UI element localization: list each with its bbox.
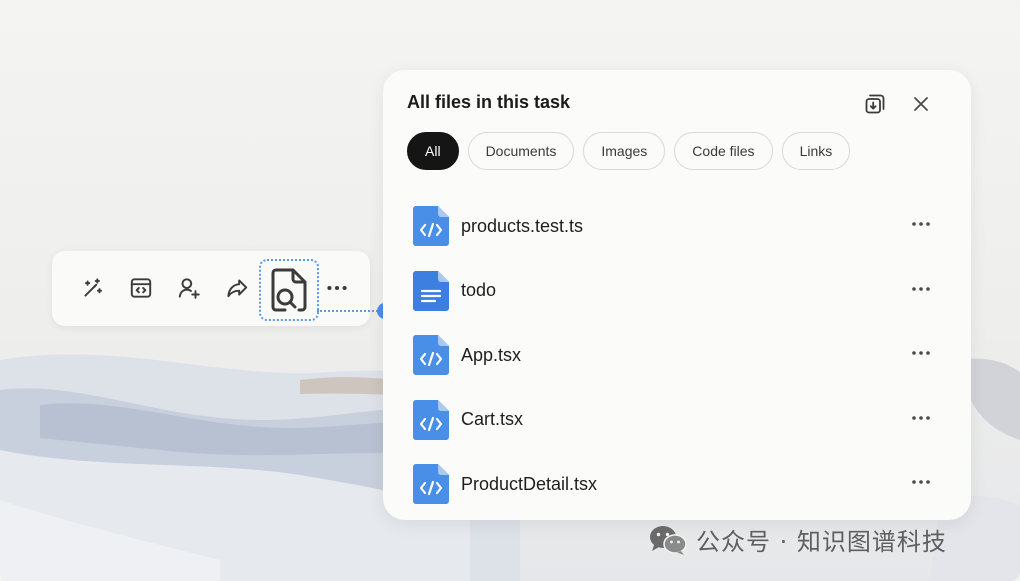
filter-chip-documents[interactable]: Documents — [467, 132, 575, 170]
file-list: products.test.ts todo App.tsx Cart.tsx P… — [413, 194, 943, 517]
connector-line — [317, 310, 381, 312]
file-name: todo — [461, 280, 497, 301]
file-search-icon — [271, 268, 307, 312]
close-button[interactable] — [907, 90, 935, 118]
file-search-button[interactable] — [259, 259, 319, 321]
panel-title: All files in this task — [407, 92, 571, 112]
share-button[interactable] — [222, 273, 252, 303]
more-horizontal-icon — [912, 286, 930, 291]
more-options-button[interactable] — [322, 273, 352, 303]
file-name: ProductDetail.tsx — [461, 473, 598, 494]
code-window-icon — [130, 278, 152, 298]
watermark-text: 公众号 · 知识图谱科技 — [696, 528, 947, 556]
filter-chip-links[interactable]: Links — [781, 132, 851, 170]
file-name: Cart.tsx — [461, 409, 524, 430]
watermark: 公众号 · 知识图谱科技 — [648, 522, 947, 557]
code-file-icon — [413, 206, 449, 247]
file-row[interactable]: todo — [413, 259, 943, 324]
code-window-button[interactable] — [126, 273, 156, 303]
more-horizontal-icon — [912, 222, 930, 226]
more-horizontal-icon — [912, 351, 930, 355]
code-file-icon — [413, 399, 449, 440]
code-file-icon — [413, 464, 449, 505]
more-horizontal-icon — [327, 285, 347, 291]
file-more-button[interactable] — [909, 281, 933, 297]
more-horizontal-icon — [912, 480, 930, 484]
document-file-icon — [413, 270, 449, 311]
file-row[interactable]: Cart.tsx — [413, 388, 943, 453]
files-panel: All files in this task All Documents Ima… — [383, 70, 971, 520]
file-more-button[interactable] — [909, 345, 933, 361]
file-more-button[interactable] — [909, 474, 933, 490]
filter-chip-images[interactable]: Images — [583, 132, 666, 170]
magic-wand-button[interactable] — [78, 273, 108, 303]
add-user-icon — [178, 278, 200, 299]
file-row[interactable]: products.test.ts — [413, 194, 943, 259]
download-all-button[interactable] — [861, 90, 889, 118]
file-row[interactable]: App.tsx — [413, 323, 943, 388]
wechat-icon — [650, 525, 687, 555]
file-more-button[interactable] — [909, 410, 933, 426]
magic-wand-icon — [84, 278, 103, 297]
file-more-button[interactable] — [909, 216, 933, 232]
filter-chip-all[interactable]: All — [407, 132, 459, 170]
share-icon — [227, 279, 248, 298]
filter-chip-code-files[interactable]: Code files — [674, 132, 773, 170]
code-file-icon — [413, 335, 449, 376]
file-name: products.test.ts — [461, 215, 584, 236]
file-row[interactable]: ProductDetail.tsx — [413, 452, 943, 517]
close-icon — [914, 97, 928, 111]
floating-toolbar — [52, 251, 370, 326]
filter-chips: All Documents Images Code files Links — [407, 132, 851, 170]
file-name: App.tsx — [461, 344, 522, 365]
download-copy-icon — [865, 94, 885, 114]
more-horizontal-icon — [912, 415, 930, 420]
add-user-button[interactable] — [174, 273, 204, 303]
